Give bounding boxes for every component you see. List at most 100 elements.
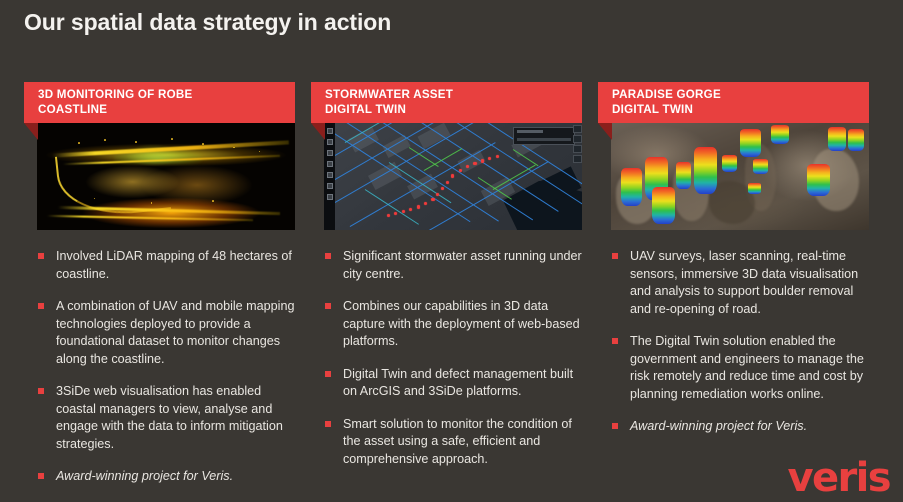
- lidar-scan-line: [47, 215, 253, 221]
- bullet-list: Involved LiDAR mapping of 48 hectares of…: [37, 248, 295, 486]
- gis-route-point: [473, 162, 476, 165]
- veris-logo: veris: [788, 458, 890, 498]
- gis-panel-slider[interactable]: [517, 138, 571, 141]
- gis-zoom-out-button[interactable]: [573, 135, 582, 143]
- bullet-text: Significant stormwater asset running und…: [343, 249, 582, 281]
- gis-route-point: [488, 157, 491, 160]
- list-item: The Digital Twin solution enabled the go…: [611, 333, 869, 403]
- bullet-marker-icon: [612, 338, 618, 344]
- project-card-robe-coastline: 3D MONITORING OF ROBE COASTLINE: [24, 82, 295, 486]
- boulder-heatmap: [753, 159, 768, 174]
- lidar-point: [202, 143, 204, 145]
- gis-tool-button[interactable]: [327, 161, 333, 167]
- bullet-marker-icon: [325, 421, 331, 427]
- card-header-banner: STORMWATER ASSET DIGITAL TWIN: [311, 82, 582, 123]
- gis-route-point: [431, 198, 434, 201]
- bullet-marker-icon: [38, 473, 44, 479]
- gis-layer-panel[interactable]: [513, 127, 575, 145]
- gis-route-point: [481, 159, 484, 162]
- gis-tool-button[interactable]: [327, 194, 333, 200]
- bullet-list: UAV surveys, laser scanning, real-time s…: [611, 248, 869, 436]
- bullet-text: UAV surveys, laser scanning, real-time s…: [630, 249, 858, 316]
- list-item: 3SiDe web visualisation has enabled coas…: [37, 383, 295, 453]
- bullet-text: Award-winning project for Veris.: [630, 419, 807, 433]
- gis-tool-button[interactable]: [327, 150, 333, 156]
- list-item: Combines our capabilities in 3D data cap…: [324, 298, 582, 351]
- gis-route-point: [451, 174, 454, 177]
- bullet-marker-icon: [325, 303, 331, 309]
- gis-zoom-in-button[interactable]: [573, 125, 582, 133]
- boulder-heatmap: [652, 187, 675, 223]
- bullet-list: Significant stormwater asset running und…: [324, 248, 582, 468]
- card-header-title: 3D MONITORING OF ROBE COASTLINE: [38, 88, 285, 117]
- gis-route-point: [417, 205, 420, 208]
- card-image-lidar-coastline: [37, 123, 295, 230]
- gis-route-point: [402, 210, 405, 213]
- bullet-marker-icon: [612, 253, 618, 259]
- list-item: Award-winning project for Veris.: [37, 468, 295, 486]
- boulder-heatmap: [740, 129, 761, 157]
- header-fold-notch: [311, 123, 325, 140]
- gis-locate-button[interactable]: [573, 155, 582, 163]
- bullet-text: Smart solution to monitor the condition …: [343, 417, 572, 466]
- card-image-gis-map: [324, 123, 582, 230]
- bullet-marker-icon: [38, 253, 44, 259]
- bullet-text: Award-winning project for Veris.: [56, 469, 233, 483]
- bullet-marker-icon: [325, 371, 331, 377]
- bullet-text: Involved LiDAR mapping of 48 hectares of…: [56, 249, 292, 281]
- gis-panel-label: [517, 130, 543, 133]
- list-item: Involved LiDAR mapping of 48 hectares of…: [37, 248, 295, 283]
- lidar-point: [259, 151, 261, 153]
- gis-home-button[interactable]: [573, 145, 582, 153]
- gis-tool-button[interactable]: [327, 128, 333, 134]
- boulder-heatmap: [771, 125, 789, 144]
- gis-route-point: [446, 181, 449, 184]
- boulder-heatmap: [694, 147, 717, 194]
- bullet-marker-icon: [38, 303, 44, 309]
- boulder-heatmap: [848, 129, 863, 150]
- lidar-point: [78, 142, 80, 144]
- bullet-marker-icon: [612, 423, 618, 429]
- boulder-heatmap: [807, 164, 830, 196]
- gis-route-point: [466, 165, 469, 168]
- page-title: Our spatial data strategy in action: [24, 9, 391, 36]
- project-card-paradise-gorge-digital-twin: PARADISE GORGE DIGITAL TWIN: [598, 82, 869, 436]
- list-item: Significant stormwater asset running und…: [324, 248, 582, 283]
- card-header-banner: PARADISE GORGE DIGITAL TWIN: [598, 82, 869, 123]
- lidar-point: [233, 147, 235, 149]
- list-item: A combination of UAV and mobile mapping …: [37, 298, 295, 368]
- list-item: Digital Twin and defect management built…: [324, 366, 582, 401]
- gis-map-graphic: [324, 123, 582, 230]
- lidar-point-cloud-graphic: [37, 123, 295, 230]
- gis-tool-button[interactable]: [327, 172, 333, 178]
- gis-route-point: [394, 212, 397, 215]
- gis-tool-button[interactable]: [327, 183, 333, 189]
- boulder-heatmap: [621, 168, 642, 207]
- bullet-text: The Digital Twin solution enabled the go…: [630, 334, 864, 401]
- list-item: Smart solution to monitor the condition …: [324, 416, 582, 469]
- gis-route-point: [387, 214, 390, 217]
- bullet-marker-icon: [38, 388, 44, 394]
- boulder-heatmap: [748, 183, 761, 194]
- gis-tool-button[interactable]: [327, 139, 333, 145]
- lidar-point: [151, 202, 153, 204]
- gis-route-point: [409, 208, 412, 211]
- header-fold-notch: [24, 123, 38, 140]
- list-item: UAV surveys, laser scanning, real-time s…: [611, 248, 869, 318]
- bullet-text: A combination of UAV and mobile mapping …: [56, 299, 295, 366]
- bullet-text: 3SiDe web visualisation has enabled coas…: [56, 384, 283, 451]
- card-image-rock-heatmap: [611, 123, 869, 230]
- boulder-heatmap: [828, 127, 846, 151]
- lidar-point: [171, 138, 173, 140]
- card-header-banner: 3D MONITORING OF ROBE COASTLINE: [24, 82, 295, 123]
- rock-face-scan-graphic: [611, 123, 869, 230]
- gis-map-canvas: [335, 123, 582, 230]
- presentation-slide: Our spatial data strategy in action 3D M…: [0, 0, 903, 502]
- bullet-text: Combines our capabilities in 3D data cap…: [343, 299, 580, 348]
- card-header-title: STORMWATER ASSET DIGITAL TWIN: [325, 88, 572, 117]
- gis-route-point: [424, 202, 427, 205]
- boulder-heatmap: [676, 162, 691, 190]
- lidar-point: [212, 200, 214, 202]
- boulder-heatmap: [722, 155, 737, 172]
- bullet-marker-icon: [325, 253, 331, 259]
